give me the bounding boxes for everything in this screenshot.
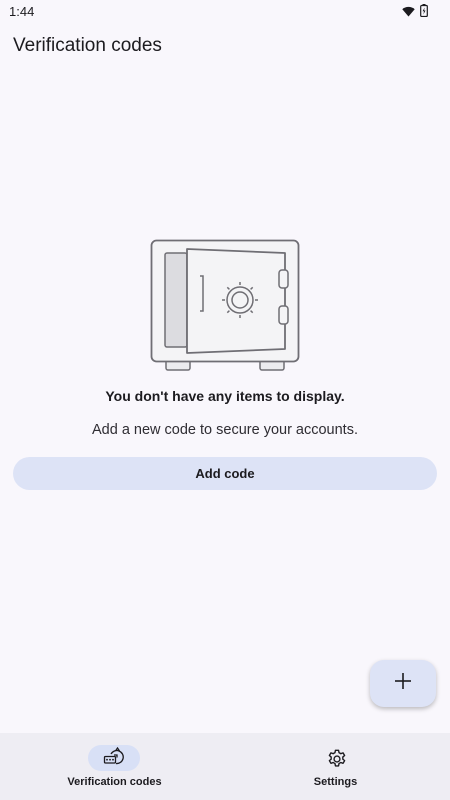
add-fab-button[interactable] bbox=[370, 660, 436, 707]
empty-state-subtext: Add a new code to secure your accounts. bbox=[92, 422, 358, 438]
nav-item-verification-codes[interactable]: Verification codes bbox=[0, 733, 225, 800]
bottom-navigation: Verification codes Settings bbox=[0, 733, 450, 800]
nav-label-verification-codes: Verification codes bbox=[67, 776, 162, 788]
empty-state-heading: You don't have any items to display. bbox=[105, 388, 345, 404]
nav-label-settings: Settings bbox=[313, 776, 358, 788]
vault-icon bbox=[150, 239, 300, 373]
page-title: Verification codes bbox=[13, 35, 162, 56]
plus-icon bbox=[394, 672, 412, 695]
gear-icon bbox=[324, 746, 350, 772]
battery-icon bbox=[420, 4, 428, 22]
nav-item-settings[interactable]: Settings bbox=[225, 733, 450, 800]
nav-active-indicator bbox=[88, 745, 140, 771]
authenticator-icon bbox=[103, 746, 125, 770]
status-time: 1:44 bbox=[9, 4, 35, 19]
status-bar: 1:44 bbox=[0, 0, 450, 22]
add-code-button[interactable]: Add code bbox=[13, 457, 437, 490]
wifi-icon bbox=[402, 4, 415, 22]
status-icons bbox=[402, 4, 428, 22]
